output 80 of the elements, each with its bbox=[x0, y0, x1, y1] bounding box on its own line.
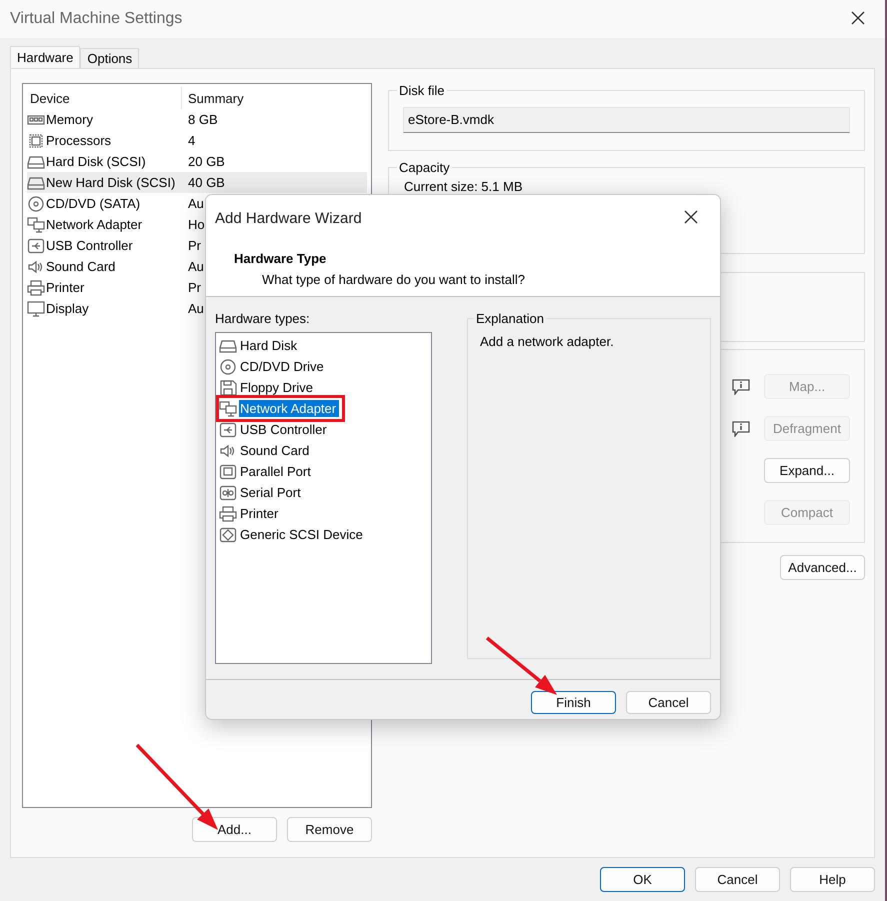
add-button[interactable]: Add... bbox=[192, 817, 277, 842]
device-name: New Hard Disk (SCSI) bbox=[46, 175, 176, 190]
hardware-type-item[interactable]: Parallel Port bbox=[239, 463, 314, 480]
device-name: Hard Disk (SCSI) bbox=[46, 154, 146, 169]
action-button[interactable]: Expand... bbox=[764, 458, 850, 483]
wizard-subtitle: What type of hardware do you want to install? bbox=[262, 272, 526, 287]
wizard-heading: Hardware Type bbox=[234, 251, 328, 266]
device-summary: Pr bbox=[188, 280, 201, 295]
window-title: Virtual Machine Settings bbox=[10, 10, 182, 28]
device-summary: 8 GB bbox=[188, 112, 218, 127]
column-header[interactable]: Device bbox=[27, 87, 182, 109]
usb-icon bbox=[27, 238, 45, 254]
monitor-icon bbox=[27, 300, 45, 316]
cancel-button[interactable]: Cancel bbox=[626, 691, 711, 714]
device-name: Sound Card bbox=[46, 259, 116, 274]
speaker-icon bbox=[219, 442, 237, 458]
hardware-type-item[interactable]: Serial Port bbox=[239, 484, 304, 501]
list-label: Hardware types: bbox=[215, 311, 311, 326]
hardware-type-item[interactable]: USB Controller bbox=[239, 421, 330, 438]
chip-icon bbox=[27, 132, 45, 148]
device-summary: 4 bbox=[188, 133, 196, 148]
finish-button[interactable]: Finish bbox=[531, 691, 616, 714]
dialog-button[interactable]: OK bbox=[600, 867, 685, 892]
group-label: Capacity bbox=[398, 160, 451, 175]
drive-icon bbox=[27, 174, 45, 190]
device-row[interactable]: Hard Disk (SCSI) 20 GB bbox=[27, 151, 367, 172]
floppy-icon bbox=[219, 380, 237, 396]
close-icon bbox=[851, 11, 865, 25]
hardware-type-item[interactable]: Sound Card bbox=[239, 442, 312, 459]
hardware-type-item[interactable]: Printer bbox=[239, 505, 282, 522]
device-name: Printer bbox=[46, 280, 84, 295]
hardware-type-item[interactable]: Network Adapter bbox=[239, 400, 340, 417]
tab[interactable]: Hardware bbox=[10, 46, 80, 68]
printer-icon bbox=[27, 280, 45, 296]
disc-icon bbox=[219, 358, 237, 374]
dialog-button[interactable]: Help bbox=[790, 867, 875, 892]
remove-button[interactable]: Remove bbox=[287, 817, 372, 842]
close-icon bbox=[684, 210, 698, 224]
device-name: USB Controller bbox=[46, 238, 133, 253]
device-name: Network Adapter bbox=[46, 217, 142, 232]
device-name: CD/DVD (SATA) bbox=[46, 196, 140, 211]
device-summary: Ho bbox=[188, 217, 205, 232]
serial-icon bbox=[219, 484, 237, 500]
port-icon bbox=[219, 464, 237, 480]
hardware-type-item[interactable]: Generic SCSI Device bbox=[239, 526, 366, 543]
speaker-icon bbox=[27, 258, 45, 274]
explanation-text: Add a network adapter. bbox=[480, 334, 615, 349]
monitors-icon bbox=[219, 400, 237, 416]
current-size-text: Current size: 5.1 MB bbox=[404, 180, 522, 194]
hardware-type-item[interactable]: CD/DVD Drive bbox=[239, 358, 327, 375]
device-name: Display bbox=[46, 301, 89, 316]
dialog-button[interactable]: Cancel bbox=[695, 867, 780, 892]
hardware-type-item[interactable]: Floppy Drive bbox=[239, 379, 316, 396]
device-summary: Au bbox=[188, 301, 204, 316]
hardware-type-item[interactable]: Hard Disk bbox=[239, 337, 300, 354]
group-label: Disk file bbox=[398, 83, 446, 98]
monitors-icon bbox=[27, 216, 45, 232]
tab[interactable]: Options bbox=[80, 48, 140, 68]
device-row[interactable]: Memory 8 GB bbox=[27, 109, 367, 130]
disc-icon bbox=[27, 196, 45, 212]
drive-icon bbox=[219, 338, 237, 354]
device-summary: Pr bbox=[188, 238, 201, 253]
group-label: Explanation bbox=[475, 311, 545, 326]
device-summary: Au bbox=[188, 259, 204, 274]
usb-icon bbox=[219, 422, 237, 438]
column-header[interactable]: Summary bbox=[182, 90, 367, 106]
device-row[interactable]: Processors 4 bbox=[27, 130, 367, 151]
device-name: Processors bbox=[46, 133, 112, 148]
annotation-arrow bbox=[486, 636, 557, 695]
wizard-title: Add Hardware Wizard bbox=[215, 210, 362, 226]
printer-icon bbox=[219, 506, 237, 522]
device-summary: 20 GB bbox=[188, 154, 225, 169]
advanced-button[interactable]: Advanced... bbox=[780, 555, 865, 580]
device-name: Memory bbox=[46, 112, 93, 127]
device-summary: Au bbox=[188, 196, 204, 211]
diamond-icon bbox=[219, 526, 237, 542]
disk-file-field[interactable]: eStore-B.vmdk bbox=[403, 107, 850, 133]
device-summary: 40 GB bbox=[188, 175, 225, 190]
drive-icon bbox=[27, 154, 45, 170]
device-row[interactable]: New Hard Disk (SCSI) 40 GB bbox=[27, 172, 367, 193]
